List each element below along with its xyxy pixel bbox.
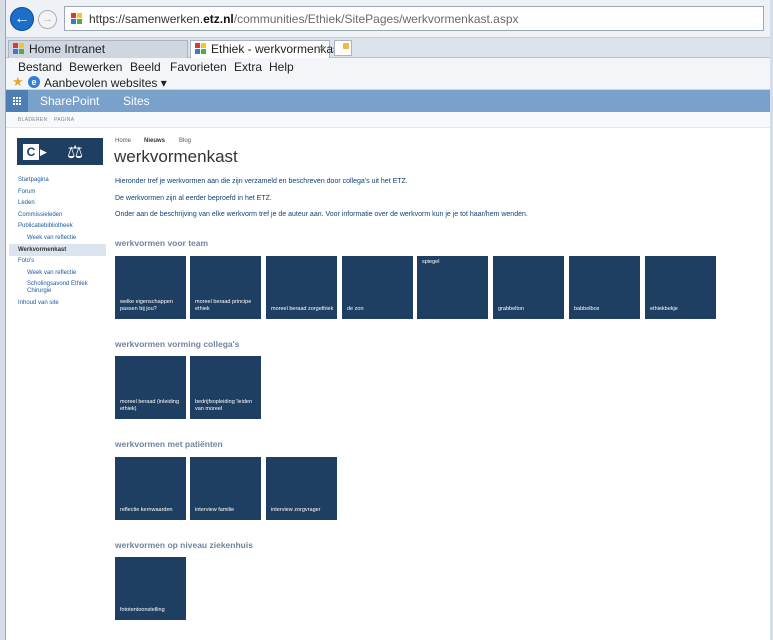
tile-grabbelton[interactable]: grabbelton [493, 256, 564, 319]
sites-link[interactable]: Sites [123, 94, 150, 108]
sharepoint-brand[interactable]: SharePoint [40, 94, 99, 108]
menu-favorieten[interactable]: Favorieten [170, 58, 227, 76]
site-favicon-icon [13, 43, 25, 55]
close-icon[interactable]: × [319, 41, 325, 57]
menu-bar: Bestand Bewerken Beeld Favorieten Extra … [6, 58, 770, 76]
tile-welke-eigenschappen[interactable]: welke eigenschappen passen bij jou? [115, 256, 186, 319]
nav-publicatiebibliotheek[interactable]: Publicatiebibliotheek [18, 223, 73, 229]
page-title: werkvormenkast [114, 147, 238, 166]
tile-moreel-beraad-principe[interactable]: moreel beraad principe ethiek [190, 256, 261, 319]
nav-werkvormenkast[interactable]: Werkvormenkast [18, 247, 66, 253]
tile-label: moreel beraad (inleiding ethiek) [120, 399, 180, 412]
suite-bar: SharePoint Sites [6, 90, 770, 112]
tab-bladeren[interactable]: BLADEREN [18, 117, 47, 123]
tile-label: fototentoonstelling [120, 607, 165, 613]
app-launcher-icon[interactable] [6, 90, 28, 112]
menu-extra[interactable]: Extra [234, 58, 262, 76]
url-text: https://samenwerken.etz.nl/communities/E… [89, 12, 519, 26]
new-tab-button[interactable] [334, 40, 352, 56]
forward-button[interactable]: → [38, 10, 57, 29]
favorites-bar: ★ e Aanbevolen websites ▾ [6, 75, 770, 90]
etz-logo-icon: C [23, 144, 39, 160]
favorites-link[interactable]: Aanbevolen websites ▾ [44, 76, 167, 90]
nav-fotos[interactable]: Foto's [18, 258, 34, 264]
nav-startpagina[interactable]: Startpagina [18, 177, 49, 183]
breadcrumb-blog[interactable]: Blog [179, 138, 191, 144]
tile-de-zon[interactable]: de zon [342, 256, 413, 319]
nav-scholingsavond[interactable]: Scholingsavond Ethiek [27, 281, 88, 287]
site-favicon-icon [71, 13, 83, 25]
tab-werkvormenkast[interactable]: Ethiek - werkvormenkast × [190, 40, 342, 58]
tile-interview-familie[interactable]: interview familie [190, 457, 261, 520]
intro-line-3: Onder aan de beschrijving van elke werkv… [115, 211, 528, 218]
tile-fototentoonstelling[interactable]: fototentoonstelling [115, 557, 186, 620]
tile-spiegel[interactable]: spiegel [417, 256, 488, 319]
ie-page-icon: e [28, 76, 40, 88]
tile-babbelbox[interactable]: babbelbox [569, 256, 640, 319]
tile-label: moreel beraad principe ethiek [195, 299, 252, 312]
favorites-star-icon[interactable]: ★ [12, 75, 24, 89]
logo-arrow-icon: ▶ [40, 147, 47, 157]
intro-line-2: De werkvormen zijn al eerder beproefd in… [115, 195, 272, 202]
tile-reflectie-kernwaarden[interactable]: reflectie kernwaarden [115, 457, 186, 520]
menu-bestand[interactable]: Bestand [18, 58, 62, 76]
ribbon-tabs: BLADEREN PAGINA [6, 112, 770, 128]
tile-label: grabbelton [498, 306, 524, 312]
nav-forum[interactable]: Forum [18, 189, 35, 195]
url-input[interactable]: https://samenwerken.etz.nl/communities/E… [64, 6, 764, 31]
tile-label: de zon [347, 306, 364, 312]
intro-line-1: Hieronder tref je werkvormen aan die zij… [115, 178, 408, 185]
nav-chirurgie[interactable]: Chirurgie [27, 288, 51, 294]
site-favicon-icon [195, 43, 207, 55]
arrow-right-icon: → [42, 13, 53, 25]
tile-interview-zorgvrager[interactable]: interview zorgvrager [266, 457, 337, 520]
nav-inhoud-van-site[interactable]: Inhoud van site [18, 300, 59, 306]
nav-leden[interactable]: Leden [18, 200, 35, 206]
tile-label: ethiekbekje [650, 306, 678, 312]
tile-moreel-beraad-zorgethiek[interactable]: moreel beraad zorgethiek [266, 256, 337, 319]
menu-help[interactable]: Help [269, 58, 294, 76]
browser-tab-bar: Home Intranet Ethiek - werkvormenkast × [6, 38, 770, 58]
tile-label: bedrijfsopleiding 'leiden van moreel [195, 399, 253, 412]
menu-beeld[interactable]: Beeld [130, 58, 161, 76]
tile-moreel-beraad-inleiding[interactable]: moreel beraad (inleiding ethiek) [115, 356, 186, 419]
breadcrumb-nieuws[interactable]: Nieuws [144, 138, 165, 144]
arrow-left-icon: ← [14, 10, 30, 27]
nav-week-van-reflectie-2[interactable]: Week van reflectie [27, 270, 76, 276]
tile-bedrijfsopleiding[interactable]: bedrijfsopleiding 'leiden van moreel [190, 356, 261, 419]
tile-label: reflectie kernwaarden [120, 507, 173, 513]
site-logo[interactable]: C ▶ ⚖ [17, 138, 103, 165]
tile-label: welke eigenschappen passen bij jou? [120, 299, 173, 312]
tile-label: interview familie [195, 507, 235, 513]
back-button[interactable]: ← [10, 7, 34, 31]
nav-commissieleden[interactable]: Commissieleden [18, 212, 62, 218]
tile-label: babbelbox [574, 306, 600, 312]
section-heading-vorming: werkvormen vorming collega's [115, 339, 240, 349]
section-heading-team: werkvormen voor team [115, 238, 209, 248]
tile-label: moreel beraad zorgethiek [271, 306, 334, 312]
nav-week-van-reflectie[interactable]: Week van reflectie [27, 235, 76, 241]
section-heading-ziekenhuis: werkvormen op niveau ziekenhuis [115, 540, 253, 550]
tab-pagina[interactable]: PAGINA [54, 117, 74, 123]
tab-home-intranet[interactable]: Home Intranet [8, 40, 188, 58]
scales-of-justice-icon: ⚖ [67, 142, 84, 162]
tile-ethiekbekje[interactable]: ethiekbekje [645, 256, 716, 319]
tile-label: spiegel [422, 259, 440, 265]
section-heading-patienten: werkvormen met patiënten [115, 439, 223, 449]
breadcrumb-home[interactable]: Home [115, 138, 131, 144]
menu-bewerken[interactable]: Bewerken [69, 58, 122, 76]
tile-label: interview zorgvrager [271, 507, 321, 513]
tab-label: Home Intranet [29, 42, 106, 56]
address-bar: ← → https://samenwerken.etz.nl/communiti… [6, 0, 770, 38]
